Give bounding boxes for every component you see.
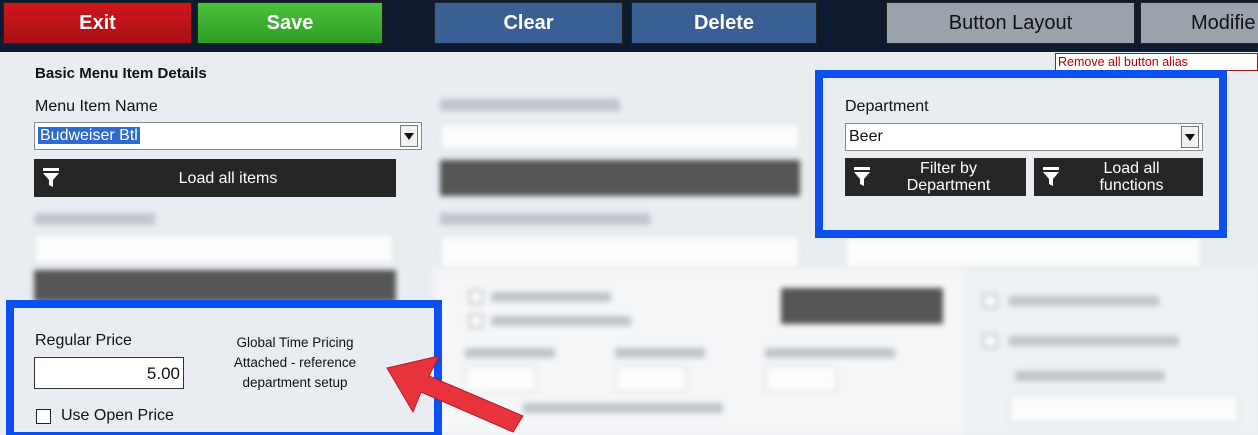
filter-by-department-label: Filter by Department <box>906 160 991 194</box>
menu-item-name-label: Menu Item Name <box>35 98 158 115</box>
exit-button[interactable]: Exit <box>3 2 192 44</box>
load-all-functions-label: Load all functions <box>1099 160 1164 194</box>
top-toolbar: Exit Save Clear Delete Button Layout Mod… <box>0 0 1258 52</box>
filter-by-department-button[interactable]: Filter by Department <box>845 158 1026 196</box>
department-label: Department <box>845 98 929 115</box>
section-title: Basic Menu Item Details <box>35 65 207 82</box>
save-button[interactable]: Save <box>197 2 383 44</box>
chevron-down-icon[interactable] <box>1181 126 1199 148</box>
modifier-button[interactable]: Modifie <box>1140 2 1258 44</box>
filter-icon <box>1043 167 1059 186</box>
regular-price-input[interactable]: 5.00 <box>34 357 184 389</box>
department-highlight-box <box>815 70 1227 238</box>
use-open-price-label: Use Open Price <box>61 407 174 424</box>
clear-button[interactable]: Clear <box>434 2 623 44</box>
menu-item-name-combo[interactable]: Budweiser Btl <box>34 122 422 150</box>
department-combo[interactable]: Beer <box>845 123 1203 151</box>
filter-icon <box>854 167 870 186</box>
filter-icon <box>43 168 59 187</box>
delete-button[interactable]: Delete <box>631 2 817 44</box>
global-time-pricing-note: Global Time Pricing Attached - reference… <box>233 335 357 390</box>
button-layout-button[interactable]: Button Layout <box>886 2 1135 44</box>
load-all-items-button[interactable]: Load all items <box>34 159 396 197</box>
regular-price-label: Regular Price <box>35 332 132 349</box>
red-arrow-icon <box>386 355 524 433</box>
chevron-down-icon[interactable] <box>400 125 418 147</box>
load-all-functions-button[interactable]: Load all functions <box>1034 158 1203 196</box>
use-open-price-checkbox[interactable] <box>36 409 51 424</box>
department-value: Beer <box>849 128 883 145</box>
load-all-items-label: Load all items <box>178 169 278 187</box>
menu-item-name-value: Budweiser Btl <box>38 127 140 144</box>
remove-alias-link[interactable]: Remove all button alias <box>1055 53 1258 71</box>
